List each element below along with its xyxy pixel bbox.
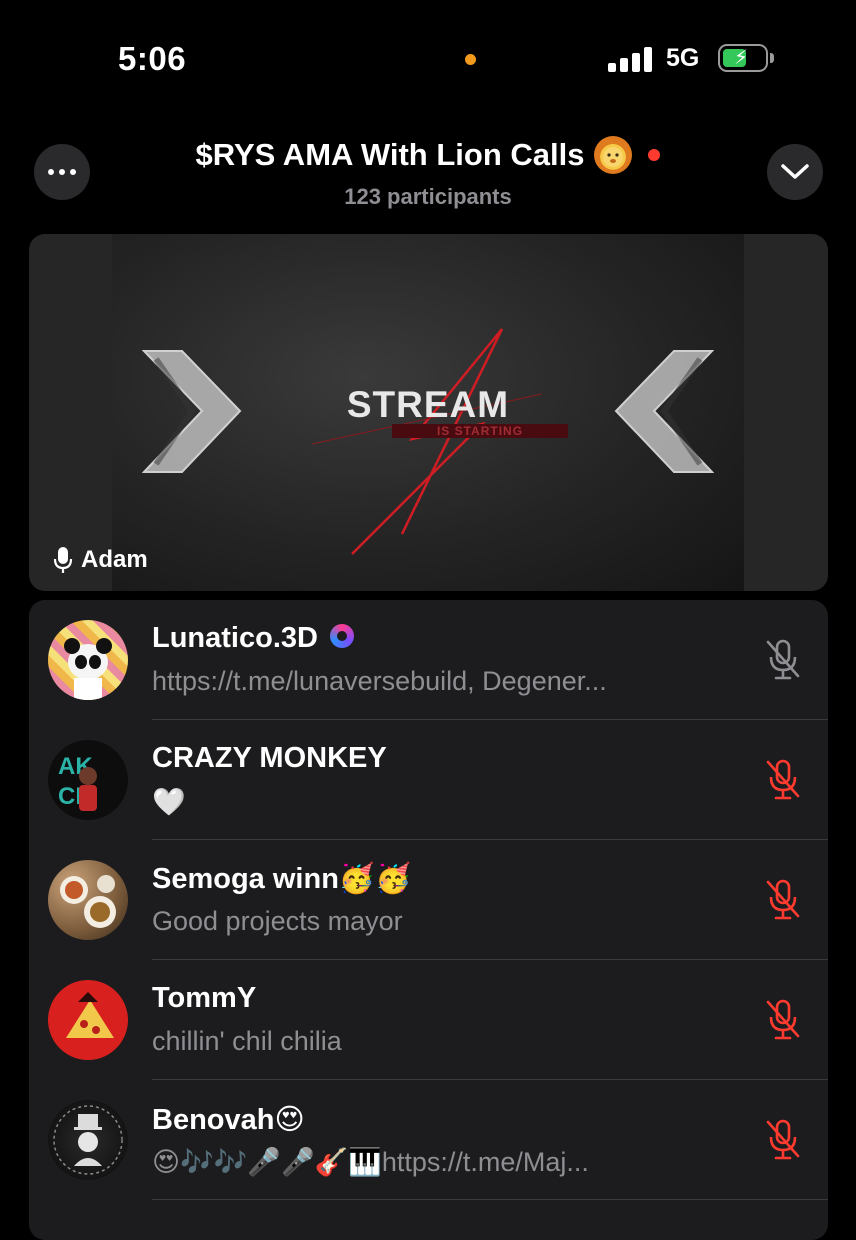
microphone-icon (53, 547, 73, 573)
participant-status: Good projects mayor (152, 906, 403, 936)
participant-row[interactable]: Benovah😍 😍🎶🎶🎤🎤🎸🎹https://t.me/Maj... (29, 1080, 828, 1200)
network-type: 5G (666, 44, 700, 72)
verified-badge-icon (329, 624, 354, 649)
voice-chat-title-row: $RYS AMA With Lion Calls (196, 136, 661, 174)
avatar: AK CB (48, 740, 128, 820)
participant-status: 🤍 (152, 787, 186, 817)
voice-chat-title: $RYS AMA With Lion Calls (195, 137, 585, 172)
video-stream-tile[interactable]: STREAM IS STARTING Adam (29, 234, 828, 591)
participant-name: Benovah😍 (152, 1104, 305, 1136)
participant-name: TommY (152, 982, 257, 1014)
battery-cap (770, 53, 774, 63)
microphone-muted-icon[interactable] (763, 638, 803, 682)
participant-status: chillin' chil chilia (152, 1026, 342, 1056)
battery-icon: ⚡ (718, 44, 768, 72)
participant-row[interactable]: AK CB CRAZY MONKEY 🤍 (29, 720, 828, 840)
stream-title-text: STREAM (346, 384, 510, 425)
microphone-muted-icon[interactable] (763, 1118, 803, 1162)
speaker-name: Adam (81, 546, 148, 573)
participant-status: https://t.me/lunaversebuild, Degener... (152, 666, 607, 696)
collapse-button[interactable] (767, 144, 823, 200)
participant-name: CRAZY MONKEY (152, 742, 387, 774)
participant-count: 123 participants (344, 184, 512, 209)
speaker-label: Adam (53, 546, 148, 574)
cellular-signal-icon (608, 46, 654, 72)
participant-row[interactable]: Lunatico.3D https://t.me/lunaversebuild,… (29, 600, 828, 720)
charging-bolt-icon: ⚡ (734, 47, 749, 69)
microphone-muted-icon[interactable] (763, 758, 803, 802)
avatar (48, 860, 128, 940)
stream-subtitle-text: IS STARTING (392, 424, 568, 438)
live-indicator-dot (648, 149, 661, 161)
participants-list: Lunatico.3D https://t.me/lunaversebuild,… (29, 600, 828, 1240)
chevron-down-icon (781, 164, 809, 179)
participant-name: Lunatico.3D (152, 622, 354, 655)
lion-emoji-icon (594, 136, 633, 174)
microphone-muted-icon[interactable] (763, 878, 803, 922)
participant-row[interactable]: Semoga winn🥳🥳 Good projects mayor (29, 840, 828, 960)
participant-name-text: Lunatico.3D (152, 622, 318, 654)
privacy-indicator-dot (465, 54, 476, 65)
stream-preview: STREAM IS STARTING (112, 234, 744, 591)
avatar (48, 620, 128, 700)
participant-status: 😍🎶🎶🎤🎤🎸🎹https://t.me/Maj... (152, 1147, 589, 1177)
participant-name: Semoga winn🥳🥳 (152, 863, 412, 895)
status-time: 5:06 (118, 40, 187, 77)
avatar (48, 1100, 128, 1180)
microphone-muted-icon[interactable] (763, 998, 803, 1042)
participant-row[interactable]: TommY chillin' chil chilia (29, 960, 828, 1080)
header: $RYS AMA With Lion Calls 123 participant… (0, 136, 856, 210)
avatar (48, 980, 128, 1060)
